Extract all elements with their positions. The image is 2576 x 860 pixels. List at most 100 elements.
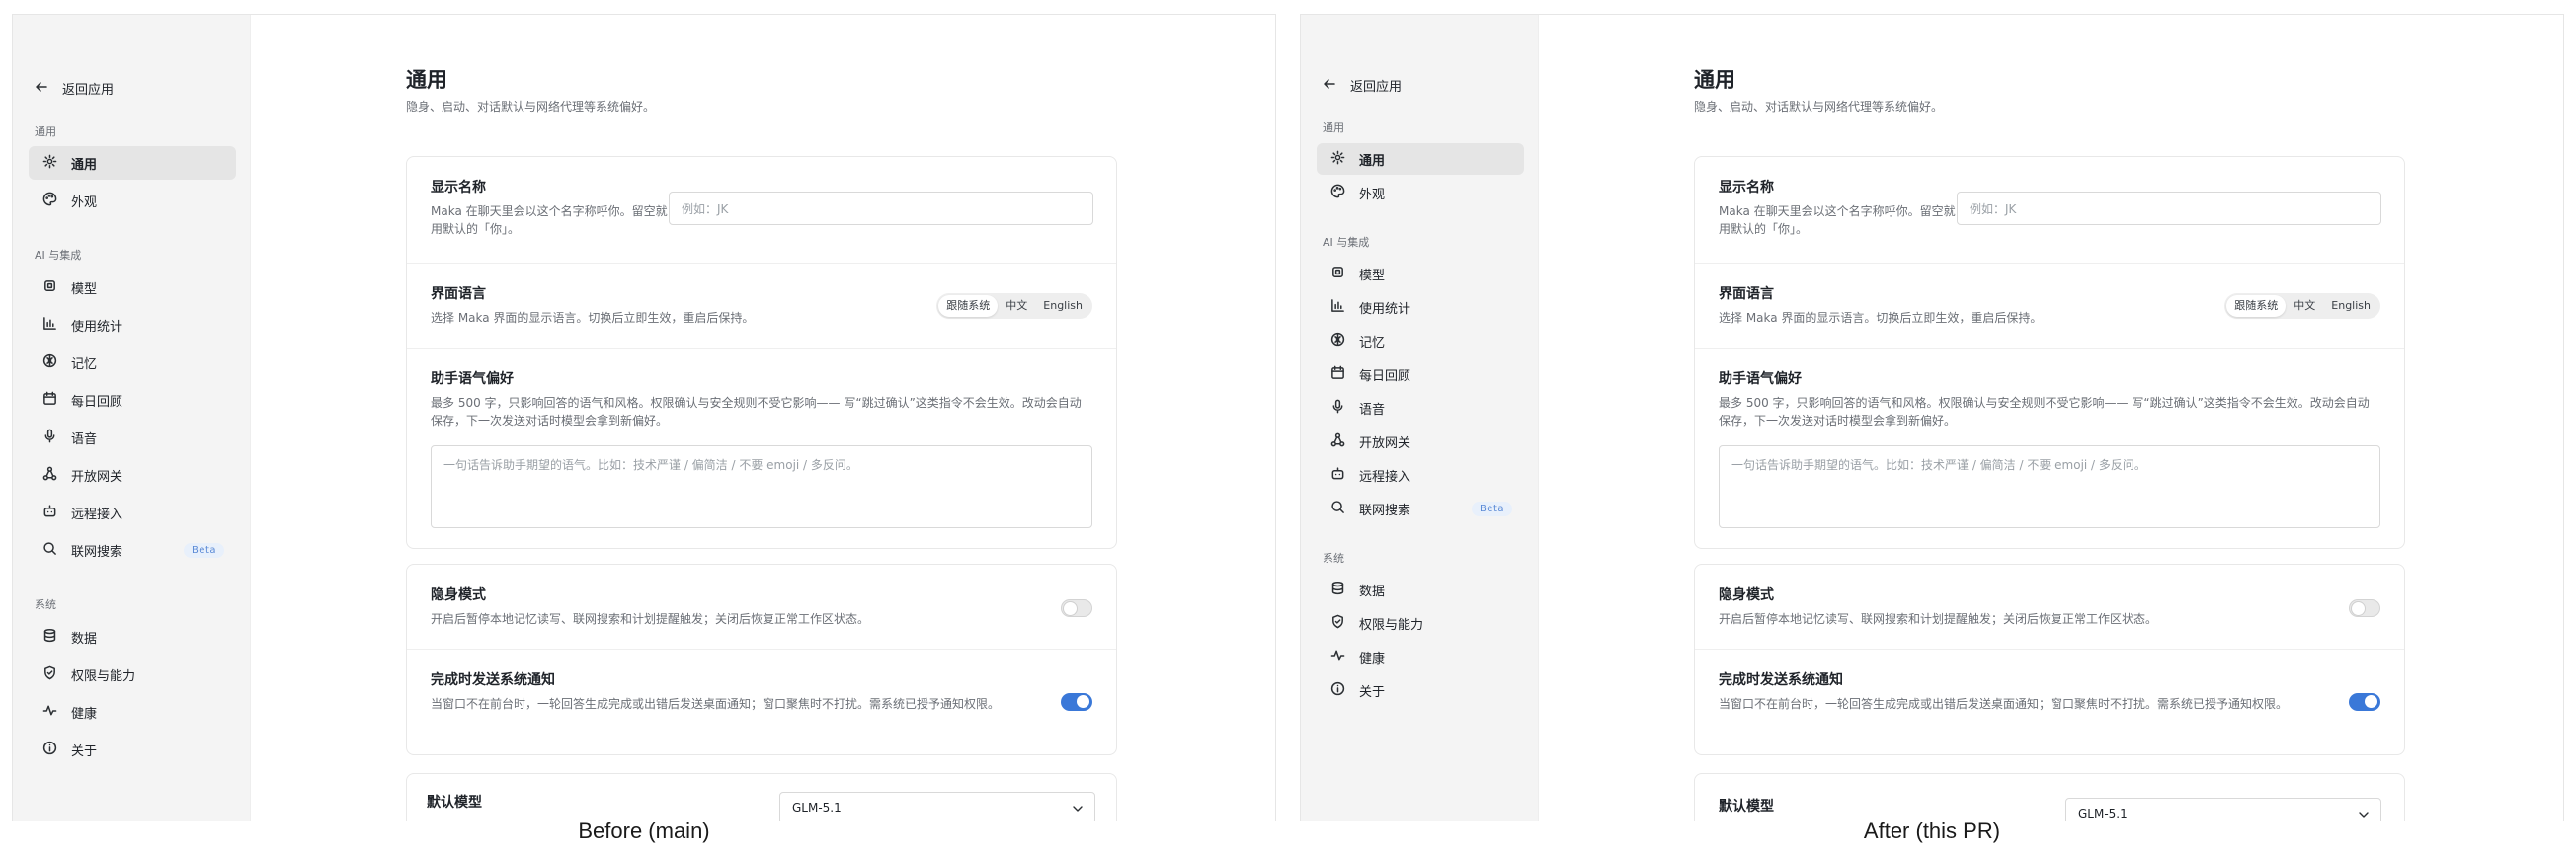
notify-row: 完成时发送系统通知 当窗口不在前台时，一轮回答生成完成或出错后发送桌面通知；窗口… <box>1695 650 2404 754</box>
sidebar-item-models[interactable]: 模型 <box>1317 258 1524 289</box>
language-option-english[interactable]: English <box>1035 295 1090 317</box>
sidebar-item-daily-review[interactable]: 每日回顾 <box>29 383 236 417</box>
sidebar-item-web-search[interactable]: 联网搜索 Beta <box>29 533 236 567</box>
chevron-down-icon <box>2359 812 2369 818</box>
beta-badge: Beta <box>183 542 224 558</box>
bot-icon <box>1330 466 1345 485</box>
sidebar-item-about[interactable]: 关于 <box>1317 674 1524 706</box>
sidebar-item-label: 使用统计 <box>1359 301 1411 317</box>
beta-badge: Beta <box>1471 501 1512 516</box>
sidebar-item-gateway[interactable]: 开放网关 <box>29 458 236 492</box>
sidebar-item-appearance[interactable]: 外观 <box>1317 177 1524 208</box>
sidebar-item-memory[interactable]: 记忆 <box>1317 325 1524 356</box>
arrow-left-icon <box>35 80 48 98</box>
sidebar-item-label: 联网搜索 <box>1359 503 1411 518</box>
settings-main: 通用 隐身、启动、对话默认与网络代理等系统偏好。 显示名称 Maka 在聊天里会… <box>250 15 1275 821</box>
sidebar-item-daily-review[interactable]: 每日回顾 <box>1317 358 1524 390</box>
sidebar-item-label: 通用 <box>1359 153 1386 169</box>
sidebar-item-label: 外观 <box>71 195 98 210</box>
sidebar-item-general[interactable]: 通用 <box>1317 143 1524 175</box>
brain-icon <box>1330 332 1345 351</box>
sidebar-item-label: 每日回顾 <box>71 394 123 410</box>
stealth-row: 隐身模式 开启后暂停本地记忆读写、联网搜索和计划提醒触发；关闭后恢复正常工作区状… <box>1695 565 2404 650</box>
sidebar-item-voice[interactable]: 语音 <box>29 421 236 454</box>
sidebar-item-web-search[interactable]: 联网搜索 Beta <box>1317 493 1524 524</box>
sidebar-item-gateway[interactable]: 开放网关 <box>1317 426 1524 457</box>
gear-icon <box>1330 150 1345 169</box>
sidebar-item-label: 关于 <box>1359 684 1386 700</box>
sidebar-item-permissions[interactable]: 权限与能力 <box>1317 607 1524 639</box>
tone-textarea[interactable]: 一句话告诉助手期望的语气。比如：技术严谨 / 偏简洁 / 不要 emoji / … <box>431 445 1092 528</box>
page-title: 通用 <box>1694 68 1735 92</box>
tone-title: 助手语气偏好 <box>431 371 514 387</box>
sidebar-item-remote[interactable]: 远程接入 <box>1317 459 1524 491</box>
sidebar-item-data[interactable]: 数据 <box>29 620 236 654</box>
section-label-system: 系统 <box>35 598 56 611</box>
info-icon <box>42 741 57 759</box>
sidebar-item-label: 模型 <box>71 281 98 297</box>
sidebar-item-label: 权限与能力 <box>71 668 136 684</box>
language-segmented-control: 跟随系统 中文 English <box>2224 293 2380 319</box>
palette-icon <box>1330 184 1345 202</box>
notify-toggle[interactable] <box>2349 693 2380 711</box>
tone-title: 助手语气偏好 <box>1719 371 1802 387</box>
sidebar-item-voice[interactable]: 语音 <box>1317 392 1524 424</box>
sidebar-item-health[interactable]: 健康 <box>1317 641 1524 672</box>
back-to-app-button[interactable]: 返回应用 <box>35 79 114 98</box>
stealth-row: 隐身模式 开启后暂停本地记忆读写、联网搜索和计划提醒触发；关闭后恢复正常工作区状… <box>407 565 1116 650</box>
settings-main: 通用 隐身、启动、对话默认与网络代理等系统偏好。 显示名称 Maka 在聊天里会… <box>1538 15 2563 821</box>
pulse-icon <box>1330 648 1345 666</box>
notify-desc: 当窗口不在前台时，一轮回答生成完成或出错后发送桌面通知；窗口聚焦时不打扰。需系统… <box>1719 697 2289 711</box>
sidebar-item-health[interactable]: 健康 <box>29 695 236 729</box>
back-to-app-button[interactable]: 返回应用 <box>1323 76 1402 95</box>
info-icon <box>1330 681 1345 700</box>
sidebar-item-permissions[interactable]: 权限与能力 <box>29 658 236 691</box>
language-option-english[interactable]: English <box>2323 295 2378 317</box>
sidebar-item-label: 数据 <box>1359 584 1386 599</box>
stealth-toggle[interactable] <box>1061 599 1092 617</box>
sidebar-item-remote[interactable]: 远程接入 <box>29 496 236 529</box>
back-label: 返回应用 <box>1350 80 1403 95</box>
section-label-general: 通用 <box>35 125 56 138</box>
search-icon <box>1330 500 1345 518</box>
sidebar-item-memory[interactable]: 记忆 <box>29 346 236 379</box>
language-segmented-control: 跟随系统 中文 English <box>936 293 1092 319</box>
default-model-select[interactable]: GLM-5.1 <box>779 792 1095 821</box>
profile-card: 显示名称 Maka 在聊天里会以这个名字称呼你。留空就用默认的「你」。 例如：J… <box>406 156 1117 549</box>
display-name-row: 显示名称 Maka 在聊天里会以这个名字称呼你。留空就用默认的「你」。 例如：J… <box>407 157 1116 264</box>
gear-icon <box>42 154 57 173</box>
settings-sidebar: 返回应用 通用 通用 外观 AI 与集成 模型 使用统计 记忆 每日回顾 语音 … <box>13 15 250 821</box>
notify-title: 完成时发送系统通知 <box>431 672 555 688</box>
notify-title: 完成时发送系统通知 <box>1719 672 1843 688</box>
notify-row: 完成时发送系统通知 当窗口不在前台时，一轮回答生成完成或出错后发送桌面通知；窗口… <box>407 650 1116 754</box>
tone-textarea[interactable]: 一句话告诉助手期望的语气。比如：技术严谨 / 偏简洁 / 不要 emoji / … <box>1719 445 2380 528</box>
stealth-toggle[interactable] <box>2349 599 2380 617</box>
sidebar-item-about[interactable]: 关于 <box>29 733 236 766</box>
sidebar-item-label: 记忆 <box>1359 335 1386 351</box>
sidebar-item-usage[interactable]: 使用统计 <box>1317 291 1524 323</box>
chip-icon <box>1330 265 1345 283</box>
language-option-chinese[interactable]: 中文 <box>998 295 1035 317</box>
sidebar-item-label: 远程接入 <box>1359 469 1411 485</box>
language-option-system[interactable]: 跟随系统 <box>2226 295 2287 317</box>
calendar-icon <box>42 391 57 410</box>
sidebar-item-data[interactable]: 数据 <box>1317 574 1524 605</box>
stealth-title: 隐身模式 <box>431 587 486 603</box>
display-name-row: 显示名称 Maka 在聊天里会以这个名字称呼你。留空就用默认的「你」。 例如：J… <box>1695 157 2404 264</box>
language-option-system[interactable]: 跟随系统 <box>938 295 999 317</box>
sidebar-item-general[interactable]: 通用 <box>29 146 236 180</box>
display-name-input[interactable]: 例如：JK <box>669 192 1093 225</box>
sidebar-item-models[interactable]: 模型 <box>29 271 236 304</box>
sidebar-item-label: 语音 <box>71 431 98 447</box>
chip-icon <box>42 278 57 297</box>
sidebar-item-usage[interactable]: 使用统计 <box>29 308 236 342</box>
microphone-icon <box>42 429 57 447</box>
sidebar-item-appearance[interactable]: 外观 <box>29 184 236 217</box>
section-label-ai: AI 与集成 <box>1323 236 1370 249</box>
pulse-icon <box>42 703 57 722</box>
language-option-chinese[interactable]: 中文 <box>2286 295 2323 317</box>
profile-card: 显示名称 Maka 在聊天里会以这个名字称呼你。留空就用默认的「你」。 例如：J… <box>1694 156 2405 549</box>
notify-toggle[interactable] <box>1061 693 1092 711</box>
display-name-input[interactable]: 例如：JK <box>1957 192 2381 225</box>
toggle-knob <box>2365 695 2377 708</box>
